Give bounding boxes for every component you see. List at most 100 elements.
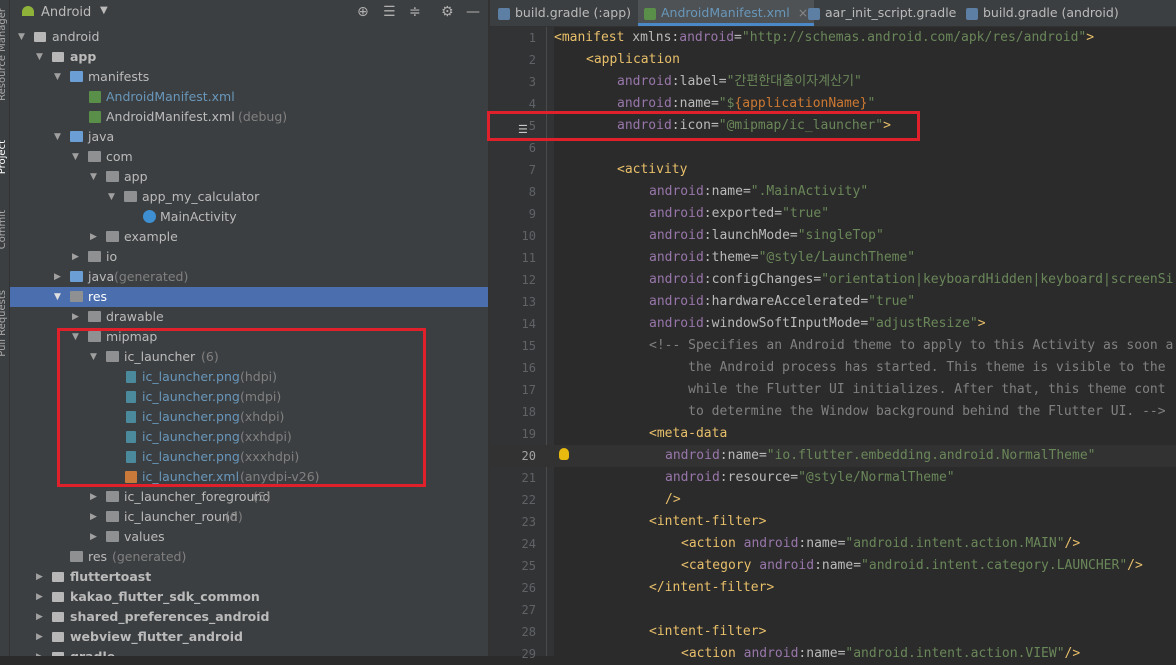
chevron-right-icon[interactable]: ▶ [72, 247, 79, 267]
chevron-right-icon[interactable]: ▶ [72, 307, 79, 327]
chevron-down-icon[interactable]: ▼ [108, 187, 115, 207]
tab-aar-init-script[interactable]: aar_init_script.gradle× [808, 0, 975, 26]
pull-requests-tab[interactable]: Pull Requests [0, 290, 8, 357]
chevron-right-icon[interactable]: ▶ [90, 507, 97, 527]
tree-item-java-generated[interactable]: ▶ java (generated) [10, 267, 488, 287]
tree-item-gradle[interactable]: ▶ gradle [10, 647, 488, 656]
tree-item-ic-launcher-round[interactable]: ▶ ic_launcher_round (6) [10, 507, 488, 527]
code-token: <application [586, 52, 680, 67]
chevron-right-icon[interactable]: ▶ [36, 647, 43, 656]
code-token: "http://schemas.android.com/apk/res/andr… [741, 30, 1087, 45]
tree-item-app-my-calculator[interactable]: ▼ app_my_calculator [10, 187, 488, 207]
code-token: /> [1064, 536, 1081, 551]
tree-item-hint: (5) [253, 489, 271, 504]
package-icon [106, 171, 119, 182]
chevron-right-icon[interactable]: ▶ [36, 567, 43, 587]
hide-icon[interactable]: — [466, 4, 480, 20]
chevron-right-icon[interactable]: ▶ [36, 587, 43, 607]
tab-build-gradle-android[interactable]: build.gradle (android) [966, 0, 1119, 26]
tree-item-label: res [88, 289, 108, 304]
tree-item-webview-flutter-android[interactable]: ▶ webview_flutter_android [10, 627, 488, 647]
code-token: android [665, 470, 720, 485]
tree-item-values[interactable]: ▶ values [10, 527, 488, 547]
tree-item-mainactivity[interactable]: MainActivity [10, 207, 488, 227]
code-token: <intent-filter> [649, 514, 767, 529]
code-line: 12 android:configChanges="orientation|key… [490, 269, 1176, 291]
code-token: :configChanges [703, 272, 814, 287]
tree-item-drawable[interactable]: ▶ drawable [10, 307, 488, 327]
tab-label: aar_init_script.gradle [825, 5, 957, 20]
tree-item-shared-preferences-android[interactable]: ▶ shared_preferences_android [10, 607, 488, 627]
chevron-down-icon[interactable]: ▼ [36, 47, 43, 67]
code-line-current: 20 android:name="io.flutter.embedding.and… [490, 445, 1176, 467]
collapse-all-icon[interactable]: ≑ [409, 4, 421, 20]
tree-item-label: webview_flutter_android [70, 629, 243, 644]
tree-item-label: gradle [70, 647, 115, 656]
code-token: "android.intent.category.LAUNCHER" [861, 558, 1128, 573]
tree-item-hint: (generated) [112, 549, 187, 564]
package-icon [88, 251, 101, 262]
code-line: 15 <!-- Specifies an Android theme to app… [490, 335, 1176, 357]
tree-item-fluttertoast[interactable]: ▶ fluttertoast [10, 567, 488, 587]
code-token: :hardwareAccelerated [703, 294, 861, 309]
tree-item-android[interactable]: ▼ android [10, 27, 488, 47]
tree-item-res[interactable]: ▼ res [10, 287, 488, 307]
resource-manager-tab[interactable]: Resource Manager [0, 8, 8, 101]
code-token: android [649, 316, 704, 331]
tree-item-example[interactable]: ▶ example [10, 227, 488, 247]
tree-item-androidmanifest-debug[interactable]: AndroidManifest.xml (debug) [10, 107, 488, 127]
tree-item-res-generated[interactable]: res (generated) [10, 547, 488, 567]
code-comment: <!-- Specifies an Android theme to apply… [649, 338, 1174, 353]
tree-item-io[interactable]: ▶ io [10, 247, 488, 267]
lightbulb-icon[interactable] [559, 448, 569, 460]
chevron-down-icon[interactable]: ▼ [54, 287, 61, 307]
expand-all-icon[interactable]: ☰ [383, 4, 396, 20]
tab-build-gradle-app[interactable]: build.gradle (:app)× [498, 0, 650, 26]
chevron-right-icon[interactable]: ▶ [90, 527, 97, 547]
tree-item-manifests[interactable]: ▼ manifests [10, 67, 488, 87]
manifest-file-icon [89, 91, 101, 103]
chevron-down-icon[interactable]: ▼ [18, 27, 25, 47]
chevron-down-icon[interactable]: ▼ [54, 67, 61, 87]
generated-folder-icon [70, 271, 83, 282]
code-token: </intent-filter> [649, 580, 775, 595]
project-view-selector[interactable]: Android [41, 5, 91, 20]
code-token: = [734, 30, 742, 45]
code-token: android [649, 206, 704, 221]
chevron-down-icon[interactable]: ▼ [54, 127, 61, 147]
project-tab[interactable]: Project [0, 140, 8, 174]
tree-item-com[interactable]: ▼ com [10, 147, 488, 167]
locate-icon[interactable]: ⊕ [357, 4, 369, 20]
close-icon[interactable]: × [798, 5, 808, 20]
chevron-right-icon[interactable]: ▶ [90, 227, 97, 247]
code-line: 8 android:name=".MainActivity" [490, 181, 1176, 203]
tree-item-ic-launcher-foreground[interactable]: ▶ ic_launcher_foreground (5) [10, 487, 488, 507]
gradle-icon [498, 7, 510, 20]
chevron-right-icon[interactable]: ▶ [90, 487, 97, 507]
tree-item-androidmanifest[interactable]: AndroidManifest.xml [10, 87, 488, 107]
module-icon [52, 612, 64, 622]
code-token: :launchMode [703, 228, 790, 243]
chevron-right-icon[interactable]: ▶ [36, 607, 43, 627]
chevron-down-icon[interactable]: ▼ [90, 167, 97, 187]
tree-item-label: AndroidManifest.xml [106, 109, 235, 124]
code-token: "android.intent.action.VIEW" [845, 646, 1065, 661]
left-tool-stripe: Resource Manager Project Commit Pull Req… [0, 0, 10, 656]
line-number: 10 [521, 229, 536, 243]
chevron-right-icon[interactable]: ▶ [36, 627, 43, 647]
code-token: :name [798, 646, 838, 661]
gear-icon[interactable]: ⚙ [441, 4, 454, 20]
chevron-down-icon[interactable]: ▼ [100, 5, 108, 16]
line-number: 21 [521, 471, 536, 485]
commit-tab[interactable]: Commit [0, 210, 8, 249]
tree-item-kakao-flutter-sdk-common[interactable]: ▶ kakao_flutter_sdk_common [10, 587, 488, 607]
code-token: android [679, 30, 735, 45]
code-token: :name [671, 96, 711, 111]
tab-androidmanifest[interactable]: AndroidManifest.xml × [638, 0, 815, 26]
chevron-right-icon[interactable]: ▶ [54, 267, 61, 287]
line-number: 28 [521, 625, 536, 639]
tree-item-java[interactable]: ▼ java [10, 127, 488, 147]
tree-item-app-module[interactable]: ▼ app [10, 47, 488, 67]
chevron-down-icon[interactable]: ▼ [72, 147, 79, 167]
tree-item-app-package[interactable]: ▼ app [10, 167, 488, 187]
